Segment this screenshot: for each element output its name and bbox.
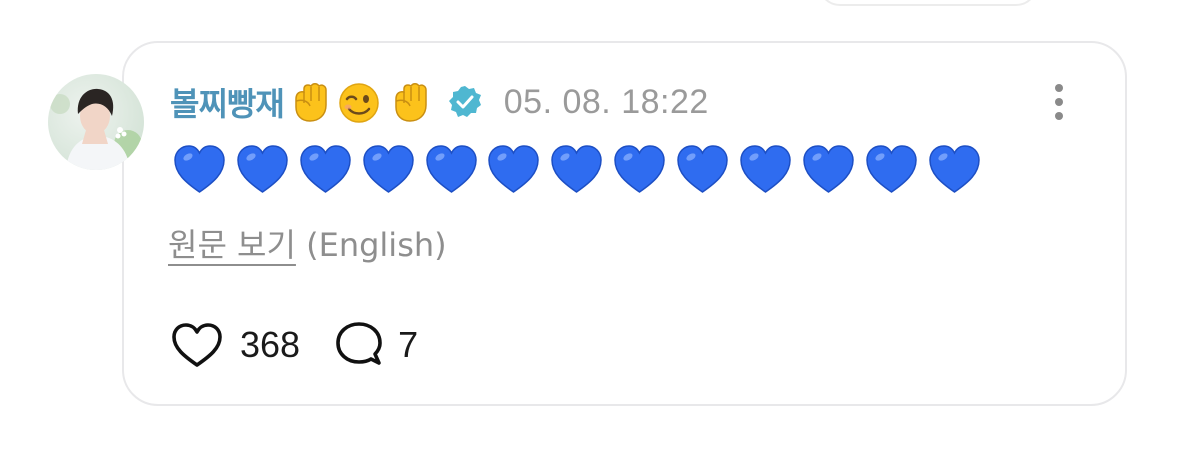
blue-heart-icon	[424, 142, 479, 196]
blue-heart-icon	[675, 142, 730, 196]
like-count: 368	[240, 324, 301, 365]
more-vertical-icon[interactable]	[1044, 80, 1074, 124]
blue-heart-icon	[927, 142, 982, 196]
previous-card-edge	[818, 0, 1038, 6]
blue-heart-icon	[486, 142, 541, 196]
see-original-link[interactable]: 원문 보기	[168, 226, 296, 264]
avatar[interactable]	[48, 74, 144, 170]
comment-header: 볼찌빵재 05. 08. 18:22	[170, 76, 709, 128]
raised-fist-icon	[286, 79, 332, 125]
raised-fist-icon	[386, 79, 432, 125]
reply-count: 7	[398, 324, 419, 365]
timestamp: 05. 08. 18:22	[503, 82, 709, 121]
blue-heart-icon	[549, 142, 604, 196]
blue-heart-icon	[172, 142, 227, 196]
heart-outline-icon[interactable]	[170, 320, 224, 370]
winking-face-icon	[336, 79, 382, 125]
blue-heart-icon	[612, 142, 667, 196]
blue-heart-icon	[864, 142, 919, 196]
blue-heart-icon	[738, 142, 793, 196]
speech-bubble-icon[interactable]	[334, 320, 384, 370]
translate-language: (English)	[306, 226, 447, 264]
action-bar: 368 7	[170, 318, 418, 372]
verified-badge-icon	[448, 85, 482, 119]
username[interactable]: 볼찌빵재	[170, 79, 285, 125]
comment-body	[172, 142, 990, 196]
blue-heart-icon	[235, 142, 290, 196]
blue-heart-icon	[801, 142, 856, 196]
blue-heart-icon	[361, 142, 416, 196]
blue-heart-icon	[298, 142, 353, 196]
translate-row: 원문 보기 (English)	[168, 220, 447, 266]
